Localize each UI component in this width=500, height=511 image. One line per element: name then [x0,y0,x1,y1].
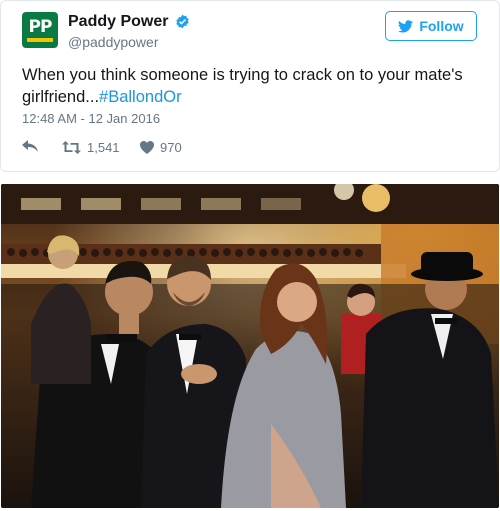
reply-icon [22,140,38,152]
reply-button[interactable] [22,140,62,154]
hashtag-link[interactable]: #BallondOr [99,88,182,106]
retweet-icon [62,140,81,154]
avatar[interactable]: PP [22,12,58,48]
ceremony-photo [1,184,499,508]
heart-icon [140,140,154,154]
avatar-logo-stripe [27,37,53,42]
retweet-count: 1,541 [87,139,120,155]
verified-badge-icon [176,14,189,29]
tweet-timestamp[interactable]: 12:48 AM - 12 Jan 2016 [22,111,160,126]
author-handle[interactable]: @paddypower [68,34,159,50]
retweet-button[interactable]: 1,541 [62,140,140,155]
tweet-actions: 1,541 970 [22,138,182,156]
like-button[interactable]: 970 [140,140,182,155]
follow-button[interactable]: Follow [385,11,477,41]
twitter-bird-icon [398,19,414,32]
follow-label: Follow [419,18,464,34]
avatar-logo-text: PP [28,16,53,37]
tweet-card: PP Paddy Power @paddypower Follow When y… [0,0,500,172]
like-count: 970 [160,139,182,155]
tweet-photo[interactable] [1,184,499,508]
tweet-text: When you think someone is trying to crac… [22,64,482,108]
author-name[interactable]: Paddy Power [68,13,168,31]
tweet-body: When you think someone is trying to crac… [22,66,463,106]
